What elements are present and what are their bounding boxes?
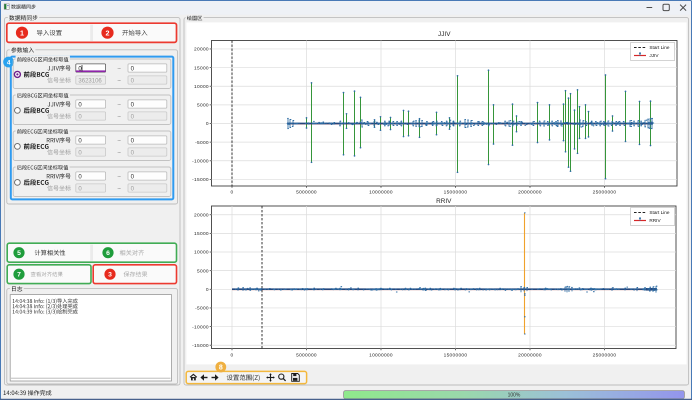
- svg-text:~: ~: [117, 185, 121, 192]
- svg-text:2: 2: [106, 28, 110, 37]
- svg-text:20000000: 20000000: [518, 352, 542, 358]
- svg-text:Start Line: Start Line: [649, 45, 669, 50]
- svg-text:3623106: 3623106: [78, 78, 102, 84]
- svg-text:-5000: -5000: [195, 140, 209, 146]
- svg-text:25000000: 25000000: [593, 352, 617, 358]
- svg-text:5000000: 5000000: [296, 190, 317, 196]
- svg-text:5000: 5000: [197, 103, 209, 109]
- svg-text:0: 0: [206, 287, 209, 293]
- svg-text:0: 0: [231, 190, 234, 196]
- svg-text:20000: 20000: [194, 212, 209, 218]
- svg-text:10000000: 10000000: [369, 352, 393, 358]
- svg-text:7: 7: [17, 272, 21, 279]
- svg-text:~: ~: [117, 137, 121, 144]
- svg-text:~: ~: [117, 149, 121, 156]
- svg-text:6: 6: [106, 250, 110, 257]
- svg-text:20000: 20000: [194, 47, 209, 53]
- svg-text:8: 8: [219, 365, 223, 372]
- svg-text:20000000: 20000000: [518, 190, 542, 196]
- svg-text:15000: 15000: [194, 231, 209, 237]
- svg-text:25000000: 25000000: [593, 190, 617, 196]
- svg-text:~: ~: [117, 101, 121, 108]
- svg-text:~: ~: [117, 113, 121, 120]
- svg-text:4: 4: [7, 59, 11, 66]
- svg-text:RRIV: RRIV: [436, 198, 452, 205]
- svg-text:5: 5: [17, 250, 21, 257]
- svg-text:~: ~: [117, 65, 121, 72]
- svg-text:15000000: 15000000: [444, 190, 468, 196]
- svg-text:1: 1: [20, 28, 24, 37]
- svg-text:~: ~: [117, 173, 121, 180]
- svg-text:5000000: 5000000: [296, 352, 317, 358]
- svg-text:100%: 100%: [508, 393, 521, 399]
- svg-text:Start Line: Start Line: [649, 210, 669, 215]
- svg-text:10000000: 10000000: [369, 190, 393, 196]
- svg-text:-15000: -15000: [192, 177, 209, 183]
- svg-text:5000: 5000: [197, 268, 209, 274]
- svg-text:0: 0: [231, 352, 234, 358]
- svg-text:-5000: -5000: [195, 306, 209, 312]
- svg-text:-15000: -15000: [192, 343, 209, 349]
- svg-text:JJIV: JJIV: [649, 53, 659, 58]
- svg-text:15000000: 15000000: [444, 352, 468, 358]
- svg-text:-10000: -10000: [192, 324, 209, 330]
- svg-text:3: 3: [108, 272, 112, 279]
- svg-text:JJIV: JJIV: [438, 31, 451, 38]
- svg-text:10000: 10000: [194, 250, 209, 256]
- svg-text:-10000: -10000: [192, 158, 209, 164]
- svg-text:0: 0: [206, 121, 209, 127]
- svg-text:15000: 15000: [194, 65, 209, 71]
- svg-text:RRIV: RRIV: [649, 218, 661, 223]
- svg-text:~: ~: [117, 77, 121, 84]
- svg-text:10000: 10000: [194, 84, 209, 90]
